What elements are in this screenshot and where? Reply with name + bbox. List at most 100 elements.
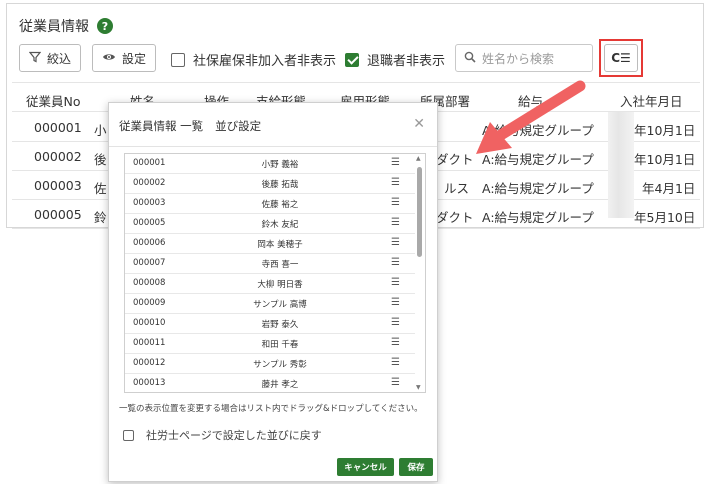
list-item-id: 000001 [133, 158, 166, 168]
list-item-name: 和田 千春 [261, 340, 299, 350]
drag-handle-icon[interactable]: ☰ [391, 197, 400, 208]
list-item-name: 佐藤 裕之 [261, 200, 299, 210]
cell-employee-no: 000002 [34, 149, 82, 164]
drag-handle-icon[interactable]: ☰ [391, 317, 400, 328]
dialog-title-sub: 並び設定 [215, 119, 262, 133]
cell-employee-no: 000005 [34, 207, 82, 222]
list-scrollbar[interactable]: ▲ ▼ [415, 155, 424, 391]
list-item[interactable]: 000013 藤井 孝之 ☰ [125, 374, 415, 392]
list-item-id: 000005 [133, 218, 166, 228]
name-search-input[interactable]: 姓名から検索 [455, 44, 593, 72]
list-item-id: 000011 [133, 338, 166, 348]
hide-uninsured-toggle[interactable]: 社保雇保非加入者非表示 [171, 50, 336, 69]
close-icon[interactable]: ✕ [413, 116, 425, 132]
scroll-thumb[interactable] [417, 167, 422, 257]
cell-hire-date: 年10月1日 [634, 152, 696, 167]
settings-button-label: 設定 [121, 51, 146, 66]
reset-order-toggle[interactable]: 社労士ページで設定した並びに戻す [123, 427, 322, 443]
cell-name: 佐 [94, 181, 107, 196]
settings-button[interactable]: 設定 [92, 44, 156, 72]
list-item-id: 000012 [133, 358, 166, 368]
dialog-title: 従業員情報 一覧 並び設定 [119, 118, 261, 134]
col-header-hire-date[interactable]: 入社年月日 [620, 91, 683, 110]
drag-drop-instruction: 一覧の表示位置を変更する場合はリスト内でドラッグ&ドロップしてください。 [119, 404, 423, 414]
sort-settings-dialog: 従業員情報 一覧 並び設定 ✕ 000001 小野 義裕 ☰ 000002 後藤 … [108, 102, 438, 482]
title-row: 従業員情報 ? [19, 16, 113, 36]
search-icon [464, 51, 476, 66]
question-circle-icon[interactable]: ? [97, 18, 113, 34]
cell-hire-date: 年5月10日 [634, 210, 696, 225]
drag-handle-icon[interactable]: ☰ [391, 157, 400, 168]
list-item-name: 寺西 喜一 [261, 260, 299, 270]
list-item-name: 藤井 孝之 [261, 380, 299, 390]
drag-handle-icon[interactable]: ☰ [391, 357, 400, 368]
cell-department: ダクト [436, 210, 474, 225]
list-item[interactable]: 000005 鈴木 友紀 ☰ [125, 214, 415, 234]
list-item-id: 000002 [133, 178, 166, 188]
list-item-name: 小野 義裕 [261, 160, 299, 170]
cell-name: 後 [94, 152, 107, 167]
list-item-id: 000013 [133, 378, 166, 388]
toolbar: 絞込 設定 社保雇保非加入者非表示 退職者非表示 姓名から検索 C☰ [19, 39, 703, 77]
drag-handle-icon[interactable]: ☰ [391, 257, 400, 268]
list-item[interactable]: 000010 岩野 泰久 ☰ [125, 314, 415, 334]
list-item[interactable]: 000003 佐藤 裕之 ☰ [125, 194, 415, 214]
reset-order-label: 社労士ページで設定した並びに戻す [146, 429, 322, 442]
list-item-id: 000007 [133, 258, 166, 268]
drag-handle-icon[interactable]: ☰ [391, 297, 400, 308]
cell-employee-no: 000003 [34, 178, 82, 193]
cell-hire-date: 年10月1日 [634, 123, 696, 138]
hide-retired-label: 退職者非表示 [367, 54, 446, 69]
eye-icon [102, 51, 116, 65]
drag-handle-icon[interactable]: ☰ [391, 237, 400, 248]
list-item[interactable]: 000001 小野 義裕 ☰ [125, 154, 415, 174]
cell-hire-date: 年4月1日 [642, 181, 696, 196]
column-order-button[interactable]: C☰ [604, 44, 638, 72]
cell-name: 小 [94, 123, 107, 138]
list-item-id: 000010 [133, 318, 166, 328]
sortable-employee-list[interactable]: 000001 小野 義裕 ☰ 000002 後藤 拓哉 ☰ 000003 佐藤 … [124, 153, 426, 393]
hide-uninsured-label: 社保雇保非加入者非表示 [193, 54, 337, 69]
scroll-down-icon[interactable]: ▼ [416, 384, 421, 391]
dialog-header: 従業員情報 一覧 並び設定 ✕ [109, 103, 437, 147]
cell-salary-rule: A:給与規定グループ [482, 181, 594, 196]
list-item[interactable]: 000006 岡本 美穂子 ☰ [125, 234, 415, 254]
drag-handle-icon[interactable]: ☰ [391, 277, 400, 288]
search-placeholder: 姓名から検索 [482, 51, 555, 66]
list-item-name: 鈴木 友紀 [261, 220, 299, 230]
list-item[interactable]: 000009 サンプル 高博 ☰ [125, 294, 415, 314]
hide-retired-toggle[interactable]: 退職者非表示 [345, 50, 445, 69]
reset-order-checkbox[interactable] [123, 429, 134, 441]
hide-uninsured-checkbox[interactable] [171, 52, 185, 67]
page-title: 従業員情報 [19, 19, 89, 35]
list-item-name: 岩野 泰久 [261, 320, 299, 330]
drag-handle-icon[interactable]: ☰ [391, 217, 400, 228]
drag-handle-icon[interactable]: ☰ [391, 377, 400, 388]
list-item[interactable]: 000002 後藤 拓哉 ☰ [125, 174, 415, 194]
list-item-name: サンプル 高博 [253, 300, 307, 310]
drag-handle-icon[interactable]: ☰ [391, 177, 400, 188]
list-item-id: 000006 [133, 238, 166, 248]
list-item-name: サンプル 秀彰 [253, 360, 307, 370]
funnel-icon [28, 51, 42, 66]
list-item[interactable]: 000008 大柳 明日香 ☰ [125, 274, 415, 294]
filter-button-label: 絞込 [46, 51, 71, 66]
cell-name: 鈴 [94, 210, 107, 225]
col-header-employee-no[interactable]: 従業員No [26, 91, 81, 110]
dialog-title-main: 従業員情報 一覧 [119, 119, 204, 133]
list-item-name: 大柳 明日香 [257, 280, 303, 290]
drag-handle-icon[interactable]: ☰ [391, 337, 400, 348]
list-item[interactable]: 000007 寺西 喜一 ☰ [125, 254, 415, 274]
list-item-id: 000009 [133, 298, 166, 308]
save-button[interactable]: 保存 [399, 458, 433, 476]
hide-retired-checkbox[interactable] [345, 52, 359, 67]
cancel-button[interactable]: キャンセル [337, 458, 394, 476]
list-item[interactable]: 000012 サンプル 秀彰 ☰ [125, 354, 415, 374]
list-item[interactable]: 000011 和田 千春 ☰ [125, 334, 415, 354]
list-item-name: 岡本 美穂子 [257, 240, 303, 250]
scroll-up-icon[interactable]: ▲ [416, 155, 421, 162]
pointer-arrow-icon [476, 80, 586, 154]
column-order-icon: C☰ [611, 51, 631, 65]
filter-button[interactable]: 絞込 [19, 44, 81, 72]
list-item-name: 後藤 拓哉 [261, 180, 299, 190]
